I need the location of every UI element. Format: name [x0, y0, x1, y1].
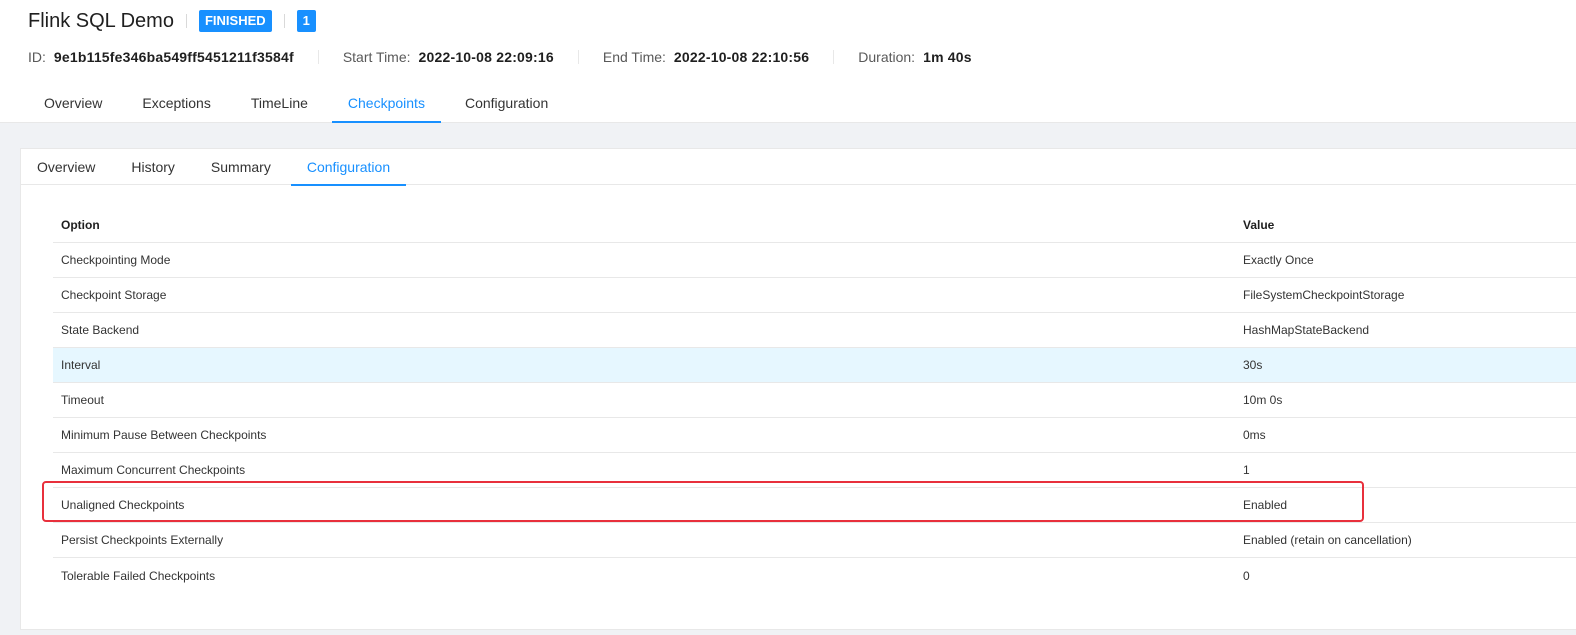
job-header: Flink SQL Demo FINISHED 1 ID: 9e1b115fe3… [0, 0, 1576, 123]
option-cell: Interval [61, 358, 101, 372]
column-header-value: Value [1243, 217, 1275, 232]
tab-configuration[interactable]: Configuration [449, 83, 564, 123]
value-cell: Enabled [1243, 498, 1288, 512]
job-id-value: 9e1b115fe346ba549ff5451211f3584f [53, 49, 294, 65]
option-cell: State Backend [61, 323, 140, 337]
status-badge: FINISHED [198, 10, 272, 32]
job-id-label: ID: [28, 49, 46, 65]
table-row-hovered: Interval 30s [53, 348, 1576, 383]
table-row: Maximum Concurrent Checkpoints 1 [53, 453, 1576, 488]
start-time-label: Start Time: [342, 49, 411, 65]
job-meta-row: ID: 9e1b115fe346ba549ff5451211f3584f Sta… [28, 47, 972, 67]
value-cell: HashMapStateBackend [1243, 323, 1370, 337]
checkpoints-card: Overview History Summary Configuration O… [20, 148, 1576, 630]
end-time-label: End Time: [602, 49, 666, 65]
job-title-row: Flink SQL Demo FINISHED 1 [28, 7, 316, 35]
table-row: Checkpoint Storage FileSystemCheckpointS… [53, 278, 1576, 313]
tab-exceptions[interactable]: Exceptions [126, 83, 226, 123]
main-tab-bar: Overview Exceptions TimeLine Checkpoints… [28, 83, 572, 123]
option-cell: Maximum Concurrent Checkpoints [61, 463, 246, 477]
option-cell: Minimum Pause Between Checkpoints [61, 428, 267, 442]
tab-checkpoints[interactable]: Checkpoints [331, 83, 442, 123]
subtab-configuration[interactable]: Configuration [290, 149, 407, 186]
divider [833, 50, 835, 64]
subtab-history[interactable]: History [115, 149, 191, 185]
divider [283, 14, 285, 28]
table-row: Timeout 10m 0s [53, 383, 1576, 418]
option-cell: Timeout [61, 393, 104, 407]
subtab-summary[interactable]: Summary [195, 149, 287, 185]
divider [577, 50, 579, 64]
checkpoint-config-table: Option Value Checkpointing Mode Exactly … [53, 207, 1576, 593]
value-cell: Enabled (retain on cancellation) [1243, 533, 1412, 547]
divider [185, 14, 187, 28]
value-cell: 10m 0s [1243, 393, 1283, 407]
end-time-value: 2022-10-08 22:10:56 [673, 49, 810, 65]
column-header-option: Option [61, 217, 100, 232]
parallelism-badge: 1 [296, 10, 316, 32]
start-time-value: 2022-10-08 22:09:16 [418, 49, 554, 65]
tab-timeline[interactable]: TimeLine [235, 83, 324, 123]
table-row: Unaligned Checkpoints Enabled [53, 488, 1576, 523]
duration-label: Duration: [858, 49, 916, 65]
option-cell: Unaligned Checkpoints [61, 498, 185, 512]
option-cell: Checkpointing Mode [61, 253, 171, 267]
duration-value: 1m 40s [923, 49, 972, 65]
table-row: Tolerable Failed Checkpoints 0 [53, 558, 1576, 593]
value-cell: Exactly Once [1243, 253, 1314, 267]
value-cell: 0 [1243, 568, 1250, 583]
value-cell: FileSystemCheckpointStorage [1243, 288, 1405, 302]
sub-tab-bar: Overview History Summary Configuration [21, 149, 1576, 186]
tab-overview[interactable]: Overview [28, 83, 118, 123]
option-cell: Checkpoint Storage [61, 288, 167, 302]
value-cell: 1 [1243, 463, 1250, 477]
table-row: State Backend HashMapStateBackend [53, 313, 1576, 348]
value-cell: 0ms [1243, 428, 1266, 442]
job-name: Flink SQL Demo [28, 9, 174, 32]
table-row: Checkpointing Mode Exactly Once [53, 243, 1576, 278]
divider [317, 50, 319, 64]
option-cell: Tolerable Failed Checkpoints [61, 568, 216, 583]
value-cell: 30s [1243, 358, 1263, 372]
subtab-overview[interactable]: Overview [21, 149, 111, 185]
table-row: Minimum Pause Between Checkpoints 0ms [53, 418, 1576, 453]
option-cell: Persist Checkpoints Externally [61, 533, 224, 547]
table-header-row: Option Value [53, 207, 1576, 243]
table-row: Persist Checkpoints Externally Enabled (… [53, 523, 1576, 558]
